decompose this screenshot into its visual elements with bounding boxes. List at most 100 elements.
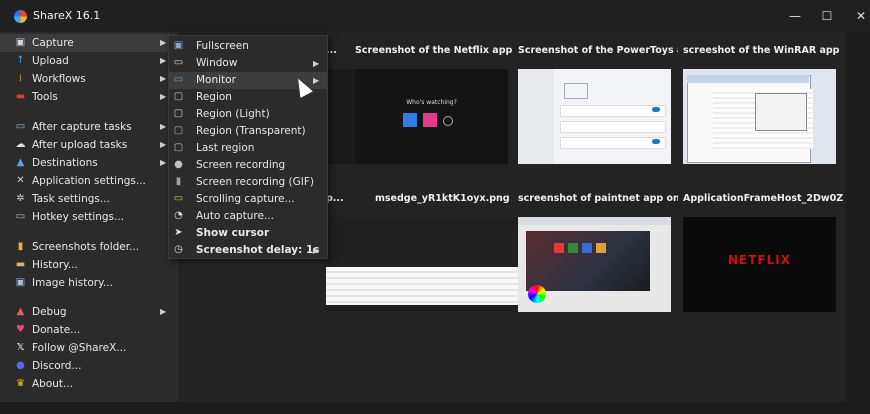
- gear-icon: ✲: [16, 193, 25, 204]
- thumbnail-image[interactable]: [326, 69, 479, 164]
- chevron-right-icon: ▶: [160, 92, 167, 101]
- region-transparent-icon: ▢: [173, 125, 184, 136]
- submenu-item-label: Show cursor: [196, 227, 270, 239]
- fullscreen-icon: ▣: [173, 40, 184, 51]
- menu-item-after-upload-tasks[interactable]: ☁ After upload tasks ▶: [0, 136, 178, 154]
- menu-item-destinations[interactable]: ▲ Destinations ▶: [0, 154, 178, 172]
- window-icon: ▭: [173, 57, 184, 68]
- minimize-button[interactable]: —: [780, 6, 810, 26]
- title-bar: ShareX 16.1 — ☐ ✕: [0, 0, 870, 32]
- submenu-item-label: Window: [196, 57, 238, 69]
- thumbnail-image[interactable]: NETFLIX: [683, 217, 836, 312]
- thumbnail-title: screeshot of the WinRAR app on ...: [683, 45, 843, 56]
- submenu-item-region-light[interactable]: ▢ Region (Light): [169, 106, 327, 123]
- menu-item-task-settings[interactable]: ✲ Task settings...: [0, 190, 178, 208]
- thumbnail-image[interactable]: Who's watching?: [355, 69, 508, 164]
- chevron-right-icon: ▶: [160, 56, 167, 65]
- crown-icon: ♛: [16, 378, 25, 389]
- menu-item-label: Screenshots folder...: [32, 241, 140, 253]
- submenu-item-window[interactable]: ▭ Window ▶: [169, 55, 327, 72]
- screen-recording-icon: ●: [174, 159, 183, 170]
- maximize-button[interactable]: ☐: [812, 6, 842, 26]
- scrolling-capture-icon: ▭: [173, 193, 184, 204]
- submenu-item-screen-recording-gif[interactable]: ▮ Screen recording (GIF): [169, 174, 327, 191]
- submenu-item-label: Screen recording (GIF): [196, 176, 315, 188]
- x-logo-icon: 𝕏: [16, 342, 25, 353]
- tray-menu: ▣ Capture ▶ ↑ Upload ▶ ⁞ Workflows ▶ ▬ Tools ▶ ▭…: [0, 32, 178, 402]
- upload-arrow-icon: ↑: [16, 55, 25, 66]
- thumbnail-caption: Who's watching?: [406, 99, 457, 106]
- submenu-item-label: Region: [196, 91, 232, 103]
- menu-item-discord[interactable]: ● Discord...: [0, 357, 178, 375]
- region-light-icon: ▢: [173, 108, 184, 119]
- menu-item-follow-sharex[interactable]: 𝕏 Follow @ShareX...: [0, 339, 178, 357]
- submenu-item-region-transparent[interactable]: ▢ Region (Transparent): [169, 123, 327, 140]
- capture-submenu: ▣ Fullscreen ▭ Window ▶ ▭ Monitor ▶ ▢ Region ▢…: [168, 35, 328, 259]
- close-button[interactable]: ✕: [846, 6, 870, 26]
- thumbnail-title: screenshot of paintnet app on Win...: [518, 193, 678, 204]
- menu-item-tools[interactable]: ▬ Tools ▶: [0, 88, 178, 106]
- menu-item-label: Donate...: [32, 324, 81, 336]
- thumbnail-title: ApplicationFrameHost_2Dw0ZZbb...: [683, 193, 843, 204]
- submenu-item-label: Auto capture...: [196, 210, 274, 222]
- chevron-right-icon: ▶: [160, 38, 167, 47]
- auto-capture-icon: ◔: [174, 210, 183, 221]
- thumbnail-image[interactable]: [518, 217, 671, 312]
- menu-item-label: Capture: [32, 37, 74, 49]
- menu-item-upload[interactable]: ↑ Upload ▶: [0, 52, 178, 70]
- submenu-item-scrolling-capture[interactable]: ▭ Scrolling capture...: [169, 191, 327, 208]
- menu-item-label: Tools: [32, 91, 58, 103]
- submenu-item-label: Last region: [196, 142, 255, 154]
- window-title: ShareX 16.1: [33, 9, 101, 22]
- thumbnail-title: Screenshot of the PowerToys app ...: [518, 45, 678, 56]
- menu-item-label: Application settings...: [32, 175, 146, 187]
- submenu-item-label: Monitor: [196, 74, 236, 86]
- debug-icon: ▲: [16, 306, 25, 317]
- netflix-logo: NETFLIX: [728, 253, 791, 267]
- menu-item-image-history[interactable]: ▣ Image history...: [0, 274, 178, 292]
- submenu-item-label: Fullscreen: [196, 40, 249, 52]
- menu-item-capture[interactable]: ▣ Capture ▶: [0, 34, 178, 52]
- capture-icon: ▣: [15, 37, 26, 48]
- submenu-item-label: Scrolling capture...: [196, 193, 295, 205]
- menu-item-label: Image history...: [32, 277, 113, 289]
- menu-item-label: After capture tasks: [32, 121, 132, 133]
- sharex-logo-icon: [14, 10, 27, 23]
- submenu-item-fullscreen[interactable]: ▣ Fullscreen: [169, 38, 327, 55]
- chevron-right-icon: ▶: [160, 140, 167, 149]
- menu-item-label: Follow @ShareX...: [32, 342, 127, 354]
- menu-item-after-capture-tasks[interactable]: ▭ After capture tasks ▶: [0, 118, 178, 136]
- menu-item-label: Task settings...: [32, 193, 110, 205]
- submenu-item-last-region[interactable]: ▢ Last region: [169, 140, 327, 157]
- chevron-right-icon: ▶: [160, 122, 167, 131]
- menu-item-hotkey-settings[interactable]: ▭ Hotkey settings...: [0, 208, 178, 226]
- application-settings-icon: ✕: [16, 175, 25, 186]
- menu-item-debug[interactable]: ▲ Debug ▶: [0, 303, 178, 321]
- history-icon: ▬: [15, 259, 26, 270]
- menu-item-workflows[interactable]: ⁞ Workflows ▶: [0, 70, 178, 88]
- thumbnail-image[interactable]: [326, 217, 479, 312]
- menu-item-label: Hotkey settings...: [32, 211, 125, 223]
- menu-item-about[interactable]: ♛ About...: [0, 375, 178, 393]
- menu-item-history[interactable]: ▬ History...: [0, 256, 178, 274]
- submenu-item-auto-capture[interactable]: ◔ Auto capture...: [169, 208, 327, 225]
- menu-item-donate[interactable]: ♥ Donate...: [0, 321, 178, 339]
- menu-item-screenshots-folder[interactable]: ▮ Screenshots folder...: [0, 238, 178, 256]
- submenu-item-screen-recording[interactable]: ● Screen recording: [169, 157, 327, 174]
- submenu-item-screenshot-delay-1s[interactable]: ◷ Screenshot delay: 1s ▶: [169, 242, 327, 259]
- menu-item-application-settings[interactable]: ✕ Application settings...: [0, 172, 178, 190]
- after-capture-icon: ▭: [15, 121, 26, 132]
- chevron-right-icon: ▶: [313, 246, 320, 255]
- submenu-item-label: Screen recording: [196, 159, 286, 171]
- menu-item-label: History...: [32, 259, 78, 271]
- keyboard-icon: ▭: [15, 211, 26, 222]
- thumbnail-image[interactable]: [518, 69, 671, 164]
- thumbnail-image[interactable]: [375, 217, 528, 312]
- submenu-item-show-cursor[interactable]: ➤ Show cursor: [169, 225, 327, 242]
- chevron-right-icon: ▶: [313, 59, 320, 68]
- thumbnail-image[interactable]: [683, 69, 836, 164]
- last-region-icon: ▢: [173, 142, 184, 153]
- folder-icon: ▮: [17, 241, 24, 252]
- thumbnail-title: msedge_yR1ktK1oyx.png: [375, 193, 510, 204]
- menu-item-label: About...: [32, 378, 74, 390]
